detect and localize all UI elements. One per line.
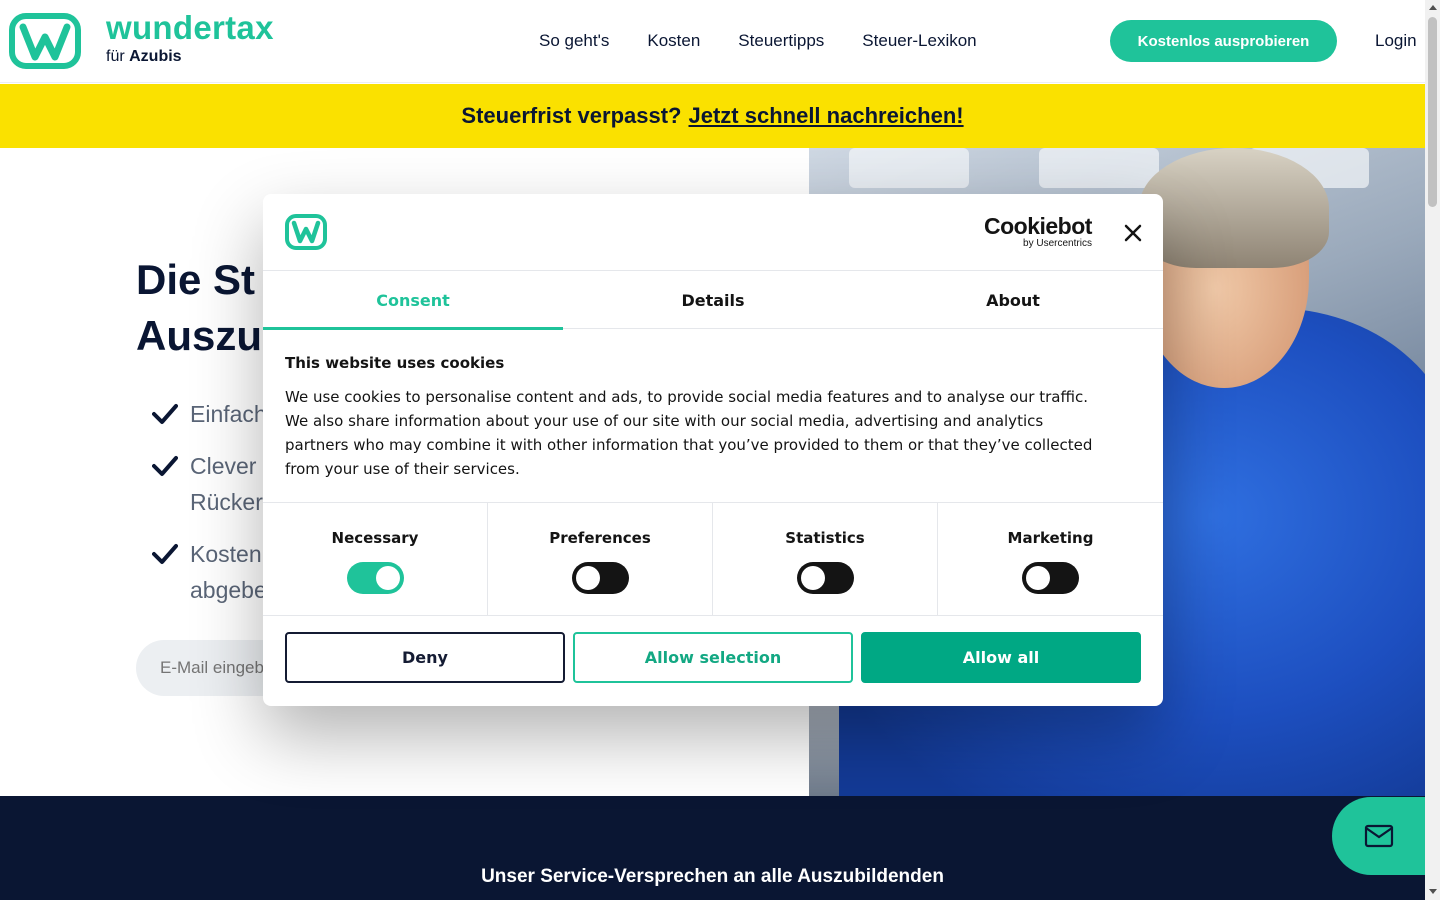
allow-all-button[interactable]: Allow all — [861, 632, 1141, 683]
close-icon[interactable] — [1121, 221, 1145, 245]
dialog-actions: Deny Allow selection Allow all — [285, 632, 1141, 683]
category-statistics: Statistics — [713, 503, 938, 616]
cookie-dialog: Cookiebot by Usercentrics Consent Detail… — [263, 194, 1163, 706]
category-necessary: Necessary — [263, 503, 488, 616]
statistics-toggle[interactable] — [796, 562, 854, 594]
scroll-up-icon[interactable] — [1429, 5, 1437, 10]
marketing-toggle[interactable] — [1022, 562, 1079, 594]
wundertax-logo-small — [285, 214, 327, 250]
scrollbar[interactable] — [1425, 0, 1440, 900]
dialog-description: We use cookies to personalise content an… — [285, 388, 1093, 478]
category-preferences: Preferences — [488, 503, 713, 616]
necessary-toggle[interactable] — [346, 562, 404, 594]
dialog-heading: This website uses cookies — [285, 354, 505, 372]
tab-about[interactable]: About — [863, 271, 1163, 329]
category-marketing: Marketing — [938, 503, 1163, 616]
dialog-tabs: Consent Details About — [263, 271, 1163, 330]
deny-button[interactable]: Deny — [285, 632, 565, 683]
cookiebot-logo[interactable]: Cookiebot by Usercentrics — [984, 214, 1092, 250]
dialog-body: This website uses cookies We use cookies… — [285, 354, 1105, 481]
scroll-down-icon[interactable] — [1429, 889, 1437, 894]
allow-selection-button[interactable]: Allow selection — [573, 632, 853, 683]
scroll-thumb[interactable] — [1428, 17, 1437, 207]
dialog-header: Cookiebot by Usercentrics — [263, 194, 1163, 271]
tab-consent[interactable]: Consent — [263, 271, 563, 330]
tab-details[interactable]: Details — [563, 271, 863, 329]
cookie-categories: Necessary Preferences Statistics Marketi… — [263, 502, 1163, 616]
preferences-toggle[interactable] — [571, 562, 629, 594]
